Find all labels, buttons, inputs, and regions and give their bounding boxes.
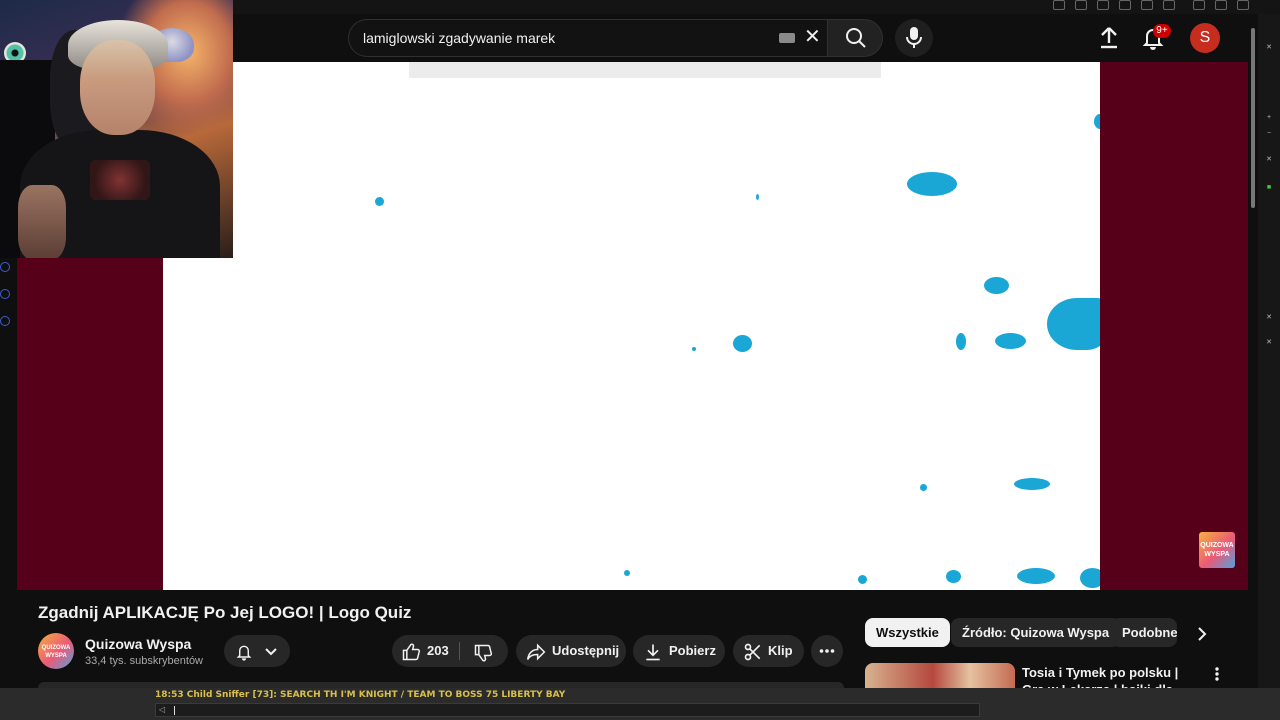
tray-icon[interactable]	[1097, 0, 1109, 10]
channel-name[interactable]: Quizowa Wyspa	[85, 636, 191, 652]
paint-blob	[1047, 298, 1100, 350]
scissors-icon	[744, 643, 761, 661]
paint-blob	[984, 277, 1009, 294]
chip-all[interactable]: Wszystkie	[865, 618, 950, 647]
bell-icon	[236, 645, 252, 661]
panel-plus-icon[interactable]: +	[1262, 114, 1276, 122]
paint-blob	[1080, 568, 1100, 588]
upload-button[interactable]	[1095, 24, 1123, 52]
tray-icon[interactable]	[1141, 0, 1153, 10]
paint-blob	[756, 194, 759, 200]
paint-blob	[920, 484, 927, 491]
tattooed-arm	[18, 185, 66, 258]
chevron-right-icon[interactable]	[1192, 624, 1212, 644]
paint-blob	[692, 347, 696, 351]
page-scrollbar[interactable]	[1248, 14, 1258, 694]
console-input[interactable]: ◁	[155, 703, 980, 717]
tray-icon[interactable]	[1193, 0, 1205, 10]
share-label: Udostępnij	[552, 643, 620, 658]
chip-similar[interactable]: Podobne	[1111, 618, 1177, 647]
chip-source-channel[interactable]: Źródło: Quizowa Wyspa	[951, 618, 1121, 647]
overlay-clock-icon[interactable]	[0, 262, 10, 272]
subscriber-count: 33,4 tys. subskrybentów	[85, 655, 204, 667]
upload-icon	[1101, 27, 1117, 49]
download-label: Pobierz	[669, 643, 716, 658]
account-avatar[interactable]: S	[1190, 23, 1220, 53]
more-actions-button[interactable]	[811, 635, 843, 667]
thumbs-down-icon[interactable]	[473, 643, 493, 663]
video-top-bar	[409, 62, 881, 78]
clear-search-icon[interactable]: ✕	[804, 26, 821, 48]
tray-icon[interactable]	[1163, 0, 1175, 10]
panel-minus-icon[interactable]: −	[1262, 130, 1276, 138]
microphone-icon	[906, 27, 922, 48]
tray-icon[interactable]	[1119, 0, 1131, 10]
search-input[interactable]: lamiglowski zgadywanie marek ✕	[348, 19, 829, 57]
paint-blob	[624, 570, 630, 576]
paint-blob	[1094, 114, 1100, 129]
paint-blob	[375, 197, 384, 206]
scrollbar-thumb[interactable]	[1251, 28, 1255, 208]
channel-watermark-logo[interactable]: QUIZOWA WYSPA	[1199, 532, 1235, 568]
side-tool-panel: ✕ + − ✕ ■ ✕ ✕	[1258, 14, 1280, 694]
subscription-notifications-button[interactable]	[224, 635, 290, 667]
console-log-line: 18:53 Child Sniffer [73]: SEARCH TH I'M …	[155, 690, 566, 700]
tray-icon[interactable]	[1075, 0, 1087, 10]
paint-blob	[956, 333, 966, 350]
search-icon	[846, 28, 866, 48]
paint-blob	[858, 575, 867, 584]
keyboard-icon[interactable]	[779, 33, 795, 43]
like-dislike-group: 203	[392, 635, 508, 667]
video-frame[interactable]	[163, 62, 1100, 590]
search-button[interactable]	[827, 19, 883, 57]
like-divider	[459, 642, 460, 660]
overlay-link-icon[interactable]	[0, 289, 10, 299]
channel-avatar[interactable]: QUIZOWA WYSPA	[38, 633, 74, 669]
share-icon	[526, 643, 546, 661]
more-horizontal-icon	[819, 649, 835, 653]
console-channel-icon[interactable]: ◁	[159, 705, 165, 714]
streamer-webcam-overlay	[0, 0, 233, 258]
voice-search-button[interactable]	[895, 19, 933, 57]
overlay-settings-icon[interactable]	[0, 316, 10, 326]
chevron-down-icon	[265, 648, 277, 656]
panel-close-icon[interactable]: ✕	[1262, 339, 1276, 347]
thumbs-up-icon[interactable]	[401, 642, 421, 662]
notification-count-badge: 9+	[1153, 24, 1171, 38]
paint-blob	[1014, 478, 1050, 490]
clip-label: Klip	[768, 643, 793, 658]
paint-blob	[946, 570, 961, 583]
game-console-bar: 18:53 Child Sniffer [73]: SEARCH TH I'M …	[0, 688, 1280, 720]
search-query[interactable]: lamiglowski zgadywanie marek	[363, 30, 555, 46]
text-caret	[174, 706, 175, 715]
shirt-print	[90, 160, 150, 200]
like-count[interactable]: 203	[427, 635, 449, 667]
paint-blob	[907, 172, 957, 196]
share-button[interactable]: Udostępnij	[516, 635, 626, 667]
tray-icon[interactable]	[1053, 0, 1065, 10]
tray-icon[interactable]	[1237, 0, 1249, 10]
top-header: lamiglowski zgadywanie marek ✕ 9+ S	[233, 14, 1248, 62]
more-vertical-icon[interactable]	[1210, 666, 1224, 682]
panel-close-icon[interactable]: ✕	[1262, 44, 1276, 52]
streamer-face	[80, 40, 155, 135]
paint-blob	[1017, 568, 1055, 584]
download-icon	[646, 644, 660, 661]
panel-status-icon: ■	[1266, 184, 1272, 191]
video-title: Zgadnij APLIKACJĘ Po Jej LOGO! | Logo Qu…	[38, 603, 412, 622]
panel-close-icon[interactable]: ✕	[1262, 156, 1276, 164]
paint-blob	[733, 335, 752, 352]
panel-close-icon[interactable]: ✕	[1262, 314, 1276, 322]
clip-button[interactable]: Klip	[733, 635, 804, 667]
download-button[interactable]: Pobierz	[633, 635, 725, 667]
tray-icon[interactable]	[1215, 0, 1227, 10]
paint-blob	[995, 333, 1026, 349]
